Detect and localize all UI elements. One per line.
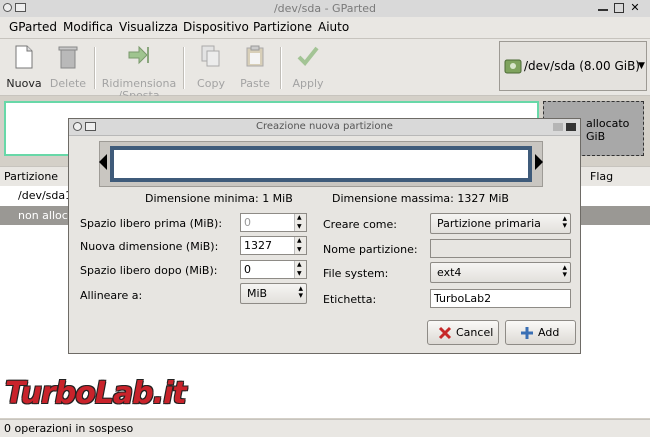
trash-icon xyxy=(58,46,78,69)
delete-button[interactable]: Delete xyxy=(46,39,90,95)
partition-name-input[interactable] xyxy=(430,239,571,258)
space-before-input[interactable]: 0 ▲ ▼ xyxy=(240,213,307,232)
column-flag[interactable]: Flag xyxy=(590,170,613,183)
volume-label-input[interactable]: TurboLab2 xyxy=(430,289,571,308)
volume-label-label: Etichetta: xyxy=(323,293,377,306)
status-text: 0 operazioni in sospeso xyxy=(4,422,134,435)
min-size-label: Dimensione minima: 1 MiB xyxy=(145,192,293,205)
column-partition[interactable]: Partizione xyxy=(4,170,58,183)
space-after-label: Spazio libero dopo (MiB): xyxy=(80,264,218,277)
cancel-button[interactable]: Cancel xyxy=(427,320,499,345)
chevron-down-icon: ▼ xyxy=(638,61,645,71)
spin-arrows-icon[interactable]: ▲ ▼ xyxy=(294,237,306,254)
align-select[interactable]: MiB ▴ ▾ xyxy=(240,283,307,304)
turbolab-watermark: TurboLab.it xyxy=(5,376,187,411)
window-title: /dev/sda - GParted xyxy=(273,2,377,15)
menubar: GParted Modifica Visualizza Dispositivo … xyxy=(0,17,650,39)
menu-aiuto[interactable]: Aiuto xyxy=(318,20,349,34)
resizer-frame xyxy=(110,146,532,182)
menu-dispositivo[interactable]: Dispositivo xyxy=(183,20,249,34)
menu-partizione[interactable]: Partizione xyxy=(253,20,312,34)
new-size-label: Nuova dimensione (MiB): xyxy=(80,240,219,253)
updown-arrow-icon: ▴ ▾ xyxy=(562,214,567,231)
statusbar: 0 operazioni in sospeso xyxy=(0,419,650,437)
spin-arrows-icon[interactable]: ▲ ▼ xyxy=(294,214,306,231)
dialog-title: Creazione nuova partizione xyxy=(256,121,393,132)
create-as-select[interactable]: Partizione primaria ▴ ▾ xyxy=(430,213,571,234)
dialog-close-button[interactable] xyxy=(566,123,576,131)
menu-visualizza[interactable]: Visualizza xyxy=(119,20,178,34)
new-size-input[interactable]: 1327 ▲ ▼ xyxy=(240,236,307,255)
device-label: /dev/sda (8.00 GiB) xyxy=(524,59,640,73)
apply-button[interactable]: Apply xyxy=(286,39,330,95)
resize-handle-right[interactable] xyxy=(535,154,543,170)
space-after-input[interactable]: 0 ▲ ▼ xyxy=(240,260,307,279)
menu-modifica[interactable]: Modifica xyxy=(63,20,113,34)
maximize-button[interactable] xyxy=(614,3,624,13)
toolbar: Nuova Delete Ridimensiona /Sposta Copy P… xyxy=(0,39,650,102)
new-document-icon xyxy=(15,45,33,69)
resizer-partition-area xyxy=(114,150,528,178)
align-label: Allineare a: xyxy=(80,289,143,302)
close-window-button[interactable]: ✕ xyxy=(630,2,640,13)
partition-resizer[interactable] xyxy=(99,141,543,187)
partition-name-label: Nome partizione: xyxy=(323,243,418,256)
resize-handle-left[interactable] xyxy=(99,154,107,170)
updown-arrow-icon: ▴ ▾ xyxy=(562,263,567,280)
checkmark-icon xyxy=(297,46,319,66)
add-button[interactable]: Add xyxy=(505,320,576,345)
cancel-x-icon xyxy=(438,326,452,340)
space-before-label: Spazio libero prima (MiB): xyxy=(80,217,223,230)
create-as-label: Creare come: xyxy=(323,218,397,231)
toolbar-separator xyxy=(183,47,185,89)
new-partition-dialog: Creazione nuova partizione Dimensione mi… xyxy=(68,118,581,354)
menu-gparted[interactable]: GParted xyxy=(9,20,57,34)
copy-icon xyxy=(201,45,220,67)
device-selector[interactable]: /dev/sda (8.00 GiB) ▼ xyxy=(499,41,647,91)
plus-icon xyxy=(521,327,533,339)
window-titlebar: /dev/sda - GParted ✕ xyxy=(0,0,650,18)
paste-button[interactable]: Paste xyxy=(234,39,276,95)
resize-arrow-icon xyxy=(128,45,149,65)
updown-arrow-icon: ▴ ▾ xyxy=(298,284,303,301)
new-button[interactable]: Nuova xyxy=(2,39,46,95)
file-system-select[interactable]: ext4 ▴ ▾ xyxy=(430,262,571,283)
toolbar-separator xyxy=(280,47,282,89)
resize-move-button[interactable]: Ridimensiona /Sposta xyxy=(100,39,178,102)
minimize-button[interactable] xyxy=(598,9,608,11)
dialog-maximize-button[interactable] xyxy=(553,123,563,131)
disk-icon xyxy=(504,59,522,74)
dialog-titlebar: Creazione nuova partizione xyxy=(69,119,580,136)
paste-icon xyxy=(246,45,264,67)
copy-button[interactable]: Copy xyxy=(190,39,232,95)
toolbar-separator xyxy=(94,47,96,89)
spin-arrows-icon[interactable]: ▲ ▼ xyxy=(294,261,306,278)
file-system-label: File system: xyxy=(323,267,389,280)
max-size-label: Dimensione massima: 1327 MiB xyxy=(332,192,509,205)
